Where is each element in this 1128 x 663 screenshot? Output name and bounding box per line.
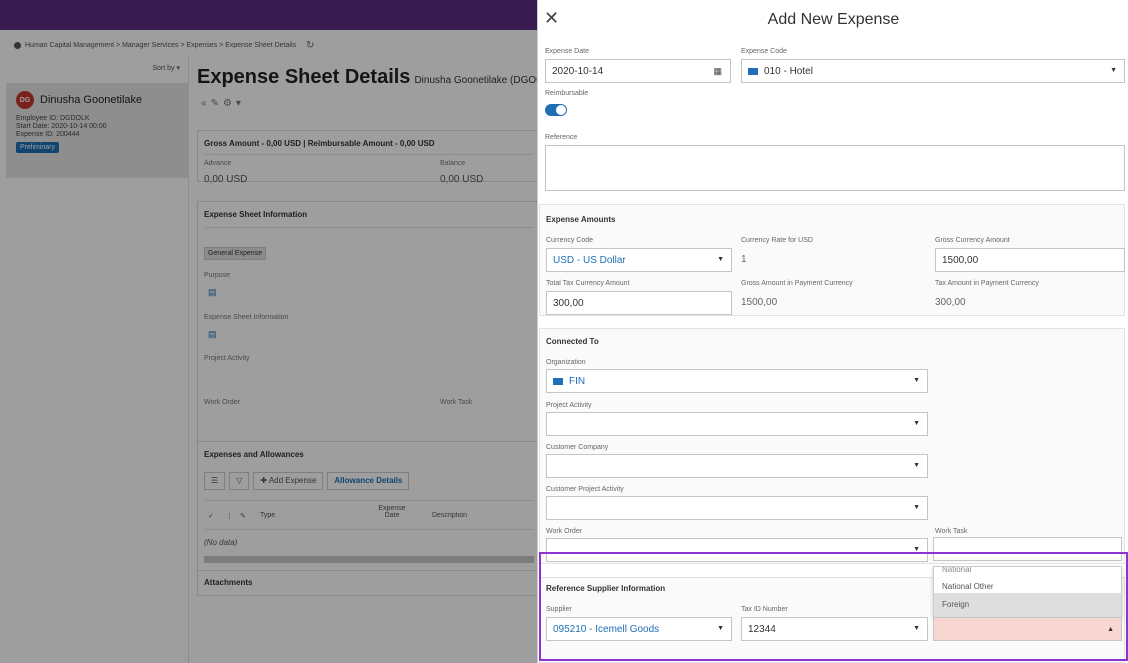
total-tax-input[interactable]: 300,00: [546, 291, 732, 315]
chevron-down-icon: ▼: [717, 256, 724, 263]
gross-payment-value: 1500,00: [741, 297, 778, 308]
project-activity-select[interactable]: ▼: [546, 412, 928, 436]
customer-project-select[interactable]: ▼: [546, 496, 928, 520]
reference-textarea[interactable]: [545, 145, 1125, 191]
organization-label: Organization: [546, 359, 586, 366]
country-type-select[interactable]: ▲: [933, 617, 1122, 641]
chevron-down-icon: ▼: [913, 546, 920, 553]
general-section: Expense Date 2020-10-14 ▦ Expense Code 0…: [539, 38, 1125, 201]
currency-code-select[interactable]: USD - US Dollar ▼: [546, 248, 732, 272]
expense-date-value: 2020-10-14: [552, 65, 604, 77]
gross-currency-input[interactable]: 1500,00: [935, 248, 1125, 272]
gross-payment-label: Gross Amount in Payment Currency: [741, 280, 853, 287]
connected-to-section: Connected To Organization FIN ▼ Project …: [539, 328, 1125, 564]
dialog-title: Add New Expense: [767, 11, 900, 28]
tax-id-select[interactable]: 12344 ▼: [741, 617, 928, 641]
customer-company-label: Customer Company: [546, 444, 609, 451]
work-order-label: Work Order: [546, 528, 583, 535]
chevron-down-icon: ▼: [717, 625, 724, 632]
reimbursable-toggle[interactable]: [545, 104, 567, 116]
work-order-select[interactable]: ▼: [546, 538, 928, 562]
currency-code-value: USD - US Dollar: [553, 254, 626, 266]
tax-payment-value: 300,00: [935, 297, 966, 308]
total-tax-value: 300,00: [553, 297, 584, 309]
supplier-select[interactable]: 095210 - Icemell Goods ▼: [546, 617, 732, 641]
add-new-expense-dialog: ✕ Add New Expense Expense Date 2020-10-1…: [537, 0, 1128, 663]
gross-currency-value: 1500,00: [942, 254, 979, 266]
tax-payment-label: Tax Amount in Payment Currency: [935, 280, 1039, 287]
expense-amounts-section: Expense Amounts Currency Code USD - US D…: [539, 204, 1125, 316]
currency-code-label: Currency Code: [546, 237, 594, 244]
amounts-heading: Expense Amounts: [546, 215, 616, 224]
supplier-label: Supplier: [546, 606, 572, 613]
total-tax-label: Total Tax Currency Amount: [546, 280, 630, 287]
supplier-heading: Reference Supplier Information: [546, 584, 666, 593]
customer-company-select[interactable]: ▼: [546, 454, 928, 478]
expense-code-select[interactable]: 010 - Hotel ▼: [741, 59, 1125, 83]
customer-project-label: Customer Project Activity: [546, 486, 624, 493]
expense-code-value: 010 - Hotel: [764, 65, 813, 77]
connected-heading: Connected To: [546, 337, 599, 346]
supplier-value: 095210 - Icemell Goods: [553, 623, 660, 635]
tax-id-label: Tax ID Number: [741, 606, 788, 613]
gross-currency-label: Gross Currency Amount: [935, 237, 1010, 244]
chevron-down-icon: ▼: [913, 504, 920, 511]
expense-date-label: Expense Date: [545, 48, 589, 55]
chevron-down-icon: ▼: [913, 420, 920, 427]
work-task-label: Work Task: [935, 528, 968, 535]
chevron-down-icon: ▼: [913, 462, 920, 469]
reimbursable-label: Reimbursable: [545, 90, 589, 97]
chevron-down-icon: ▼: [913, 625, 920, 632]
reference-label: Reference: [545, 134, 578, 141]
project-activity-label: Project Activity: [546, 402, 592, 409]
work-task-select[interactable]: [933, 537, 1122, 561]
dropdown-option-foreign[interactable]: Foreign: [934, 593, 1121, 617]
tax-id-value: 12344: [748, 623, 776, 635]
dropdown-list: National National Other Foreign: [933, 566, 1122, 617]
expense-code-label: Expense Code: [741, 48, 787, 55]
currency-rate-value: 1: [741, 254, 747, 265]
organization-value: FIN: [569, 375, 586, 387]
organization-select[interactable]: FIN ▼: [546, 369, 928, 393]
chevron-down-icon: ▼: [913, 377, 920, 384]
modal-backdrop[interactable]: [0, 0, 537, 663]
dropdown-option-national-other[interactable]: National Other: [934, 575, 1121, 595]
chevron-up-icon: ▲: [1107, 626, 1114, 633]
chevron-down-icon: ▼: [1110, 67, 1117, 74]
expense-date-field[interactable]: 2020-10-14 ▦: [545, 59, 731, 83]
calendar-icon[interactable]: ▦: [713, 66, 722, 77]
flag-icon: [748, 67, 758, 75]
currency-rate-label: Currency Rate for USD: [741, 237, 813, 244]
flag-icon: [553, 377, 563, 385]
